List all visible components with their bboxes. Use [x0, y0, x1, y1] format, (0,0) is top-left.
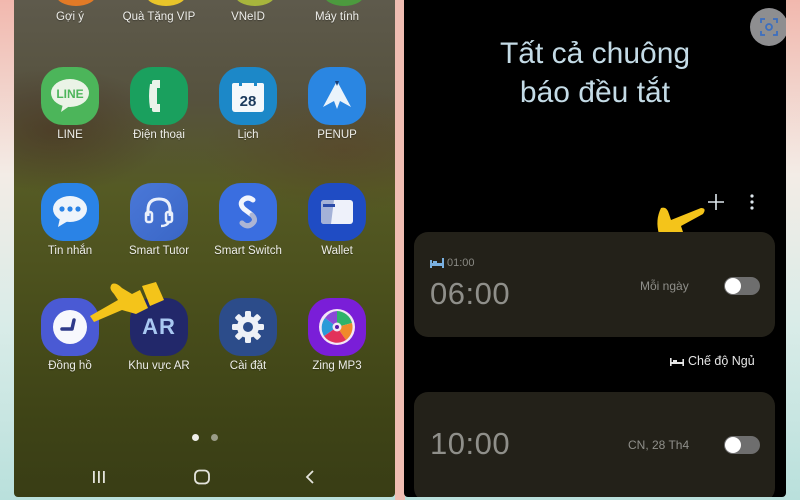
bedtime-time: 01:00 — [447, 257, 475, 269]
alarm-status-title: Tất cả chuông báo đều tắt — [404, 34, 786, 112]
home-icon — [194, 469, 210, 485]
navigation-bar — [14, 457, 395, 497]
app-label: Cài đặt — [229, 360, 267, 372]
alarm-time: 10:00 — [430, 426, 511, 461]
zing-mp3-icon — [308, 298, 366, 356]
app-label: Đồng hồ — [48, 360, 92, 372]
app-label: Điện thoại — [133, 129, 185, 141]
app-label: Zing MP3 — [312, 360, 362, 372]
app-phone[interactable]: Điện thoại — [111, 67, 207, 167]
home-button[interactable] — [187, 465, 217, 489]
sleep-mode-label: Chế độ Ngủ — [688, 354, 755, 368]
penup-icon — [308, 67, 366, 125]
page-dot[interactable] — [211, 434, 218, 441]
toggle-knob — [725, 278, 741, 294]
app-zing-mp3[interactable]: Zing MP3 — [289, 298, 385, 398]
wallet-icon — [308, 183, 366, 241]
line-icon: LINE — [41, 67, 99, 125]
title-line-1: Tất cả chuông — [499, 37, 691, 70]
home-screen: Gợi ý Quà Tặng VIP VNeID Máy tính LINE L… — [14, 0, 395, 497]
app-label-calculator[interactable]: Máy tính — [289, 11, 385, 23]
alarm-time: 06:00 — [430, 276, 511, 311]
app-wallet[interactable]: Wallet — [289, 183, 385, 283]
clock-alarm-screen: Tất cả chuông báo đều tắt 01:00 06:00 Mỗ… — [404, 0, 786, 497]
app-label: LINE — [57, 129, 83, 141]
bedtime-info: 01:00 — [430, 257, 475, 269]
top-app-row: Gợi ý Quà Tặng VIP VNeID Máy tính — [14, 0, 395, 30]
vip-gift-icon[interactable] — [146, 0, 186, 6]
app-settings[interactable]: Cài đặt — [200, 298, 296, 398]
alarm-toggle[interactable] — [724, 277, 760, 295]
app-label: Tin nhắn — [47, 245, 93, 257]
alarm-toggle[interactable] — [724, 436, 760, 454]
app-smart-tutor[interactable]: Smart Tutor — [111, 183, 207, 283]
vneid-icon[interactable] — [235, 0, 275, 6]
calendar-date-glyph: 28 — [240, 93, 257, 110]
app-label: Smart Tutor — [128, 245, 190, 257]
more-vert-icon — [750, 194, 754, 210]
pointer-hand-icon — [88, 278, 168, 331]
suggestions-icon[interactable] — [56, 0, 96, 6]
messages-icon — [41, 183, 99, 241]
app-label: Smart Switch — [214, 245, 282, 257]
toggle-knob — [725, 437, 741, 453]
line-glyph: LINE — [56, 87, 83, 101]
settings-icon — [219, 298, 277, 356]
app-label: Khu vực AR — [128, 360, 190, 372]
calendar-icon: 28 — [219, 67, 277, 125]
app-penup[interactable]: PENUP — [289, 67, 385, 167]
bed-icon — [430, 258, 444, 268]
app-smart-switch[interactable]: Smart Switch — [200, 183, 296, 283]
smart-tutor-icon — [130, 183, 188, 241]
app-label: Wallet — [321, 245, 353, 257]
alarm-repeat: Mỗi ngày — [640, 279, 689, 293]
app-label: Lịch — [237, 129, 259, 141]
calculator-icon[interactable] — [324, 0, 364, 6]
back-button[interactable] — [295, 465, 325, 489]
more-options-button[interactable] — [742, 190, 762, 214]
app-calendar[interactable]: 28 Lịch — [200, 67, 296, 167]
app-label-vip-gift[interactable]: Quà Tặng VIP — [111, 11, 207, 23]
alarm-card[interactable]: 01:00 06:00 Mỗi ngày — [414, 232, 775, 337]
app-label: PENUP — [317, 129, 357, 141]
page-indicator[interactable] — [192, 434, 218, 441]
title-line-2: báo đều tắt — [519, 76, 671, 109]
bed-icon — [670, 358, 684, 366]
sleep-mode-link[interactable]: Chế độ Ngủ — [670, 354, 755, 368]
page-dot-active[interactable] — [192, 434, 199, 441]
recents-icon — [93, 471, 105, 483]
app-line[interactable]: LINE LINE — [22, 67, 118, 167]
phone-icon — [130, 67, 188, 125]
back-icon — [305, 470, 314, 484]
app-messages[interactable]: Tin nhắn — [22, 183, 118, 283]
alarm-card[interactable]: 10:00 CN, 28 Th4 — [414, 392, 775, 497]
plus-icon — [708, 194, 724, 210]
recents-button[interactable] — [84, 465, 114, 489]
smart-switch-icon — [219, 183, 277, 241]
app-label-suggestions[interactable]: Gợi ý — [22, 11, 118, 23]
app-label-vneid[interactable]: VNeID — [200, 11, 296, 23]
alarm-date: CN, 28 Th4 — [628, 438, 690, 452]
